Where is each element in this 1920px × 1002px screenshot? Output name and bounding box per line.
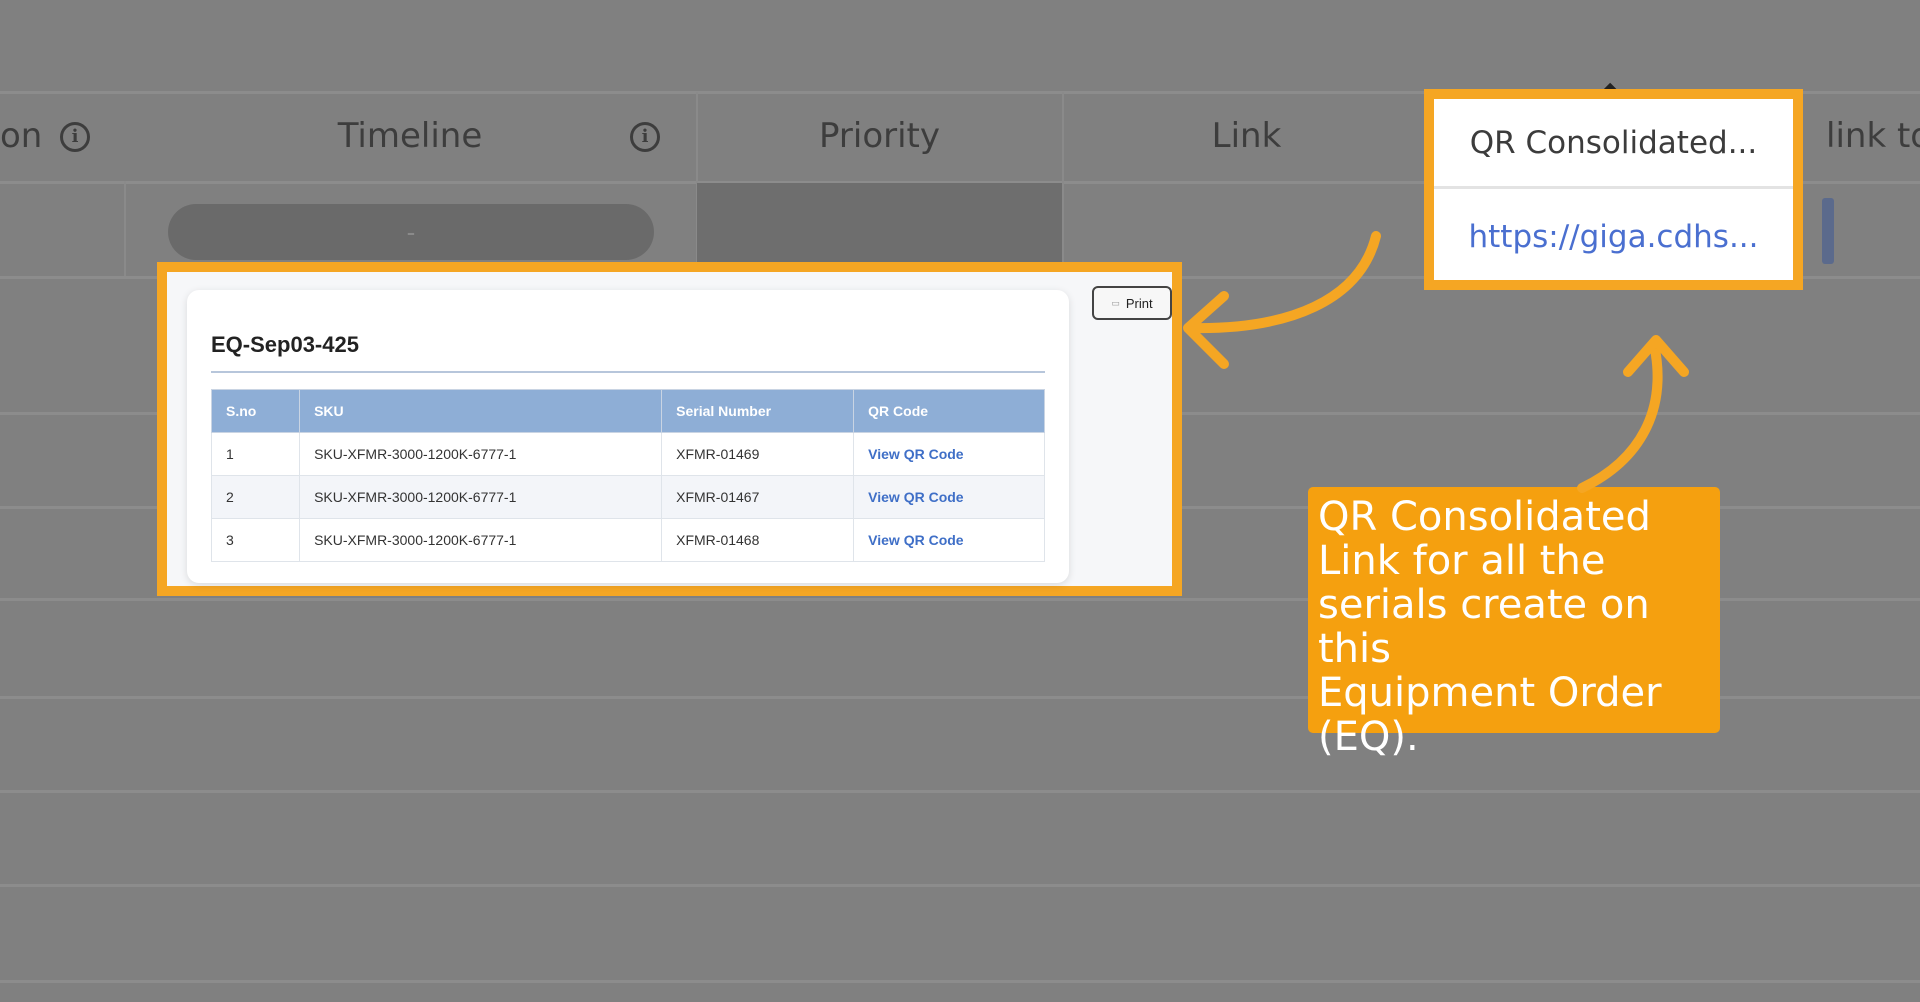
annotation-arrows — [1183, 231, 1689, 493]
curved-arrow-icon — [1185, 231, 1381, 334]
curved-arrow-icon — [1577, 339, 1663, 493]
